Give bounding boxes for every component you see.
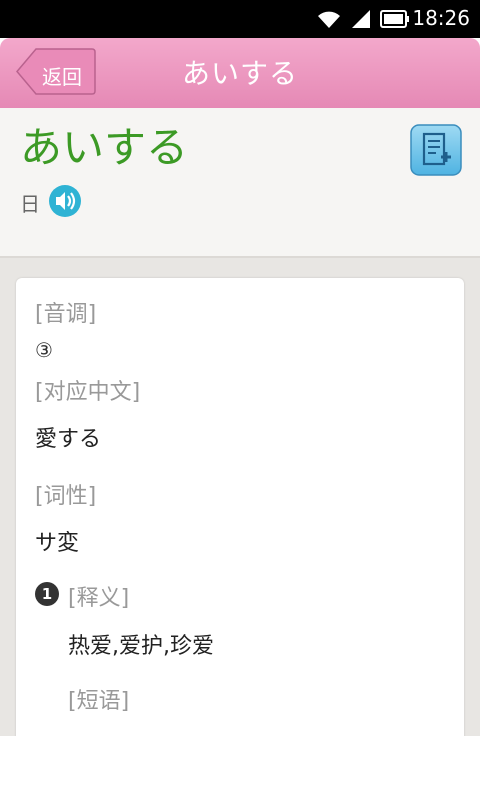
- page-title: あいする: [181, 57, 298, 90]
- word-header: あいする 日: [0, 108, 480, 258]
- chinese-value: 愛する: [35, 427, 102, 452]
- bottom-blank-area: [0, 736, 480, 800]
- status-bar: 18:26: [0, 0, 480, 38]
- meaning-label: [释义]: [68, 586, 130, 611]
- wifi-icon: [318, 11, 340, 28]
- signal-icon: [352, 10, 370, 28]
- sense-number-badge: 1: [35, 582, 59, 606]
- speaker-icon[interactable]: [48, 184, 82, 218]
- nav-bar: 返回 あいする: [0, 38, 480, 109]
- language-label: 日: [20, 192, 40, 216]
- entry-card: [音调] ③ [对应中文] 愛する [词性] サ変 1 [释义] 热爱,爱护,珍…: [16, 278, 464, 748]
- pos-label: [词性]: [35, 484, 97, 509]
- clock: 18:26: [412, 6, 470, 30]
- chinese-label: [对应中文]: [35, 380, 141, 405]
- pitch-label: [音调]: [35, 302, 97, 327]
- headword: あいする: [20, 123, 189, 172]
- content-area: [音调] ③ [对应中文] 愛する [词性] サ変 1 [释义] 热爱,爱护,珍…: [0, 258, 480, 748]
- status-icons: [316, 7, 410, 31]
- phrase-label: [短语]: [68, 689, 130, 714]
- add-to-vocabulary-icon[interactable]: [410, 124, 462, 176]
- pitch-value: ③: [35, 338, 53, 362]
- meaning-value: 热爱,爱护,珍爱: [68, 634, 214, 659]
- pos-value: サ変: [35, 531, 80, 556]
- battery-icon: [380, 10, 409, 28]
